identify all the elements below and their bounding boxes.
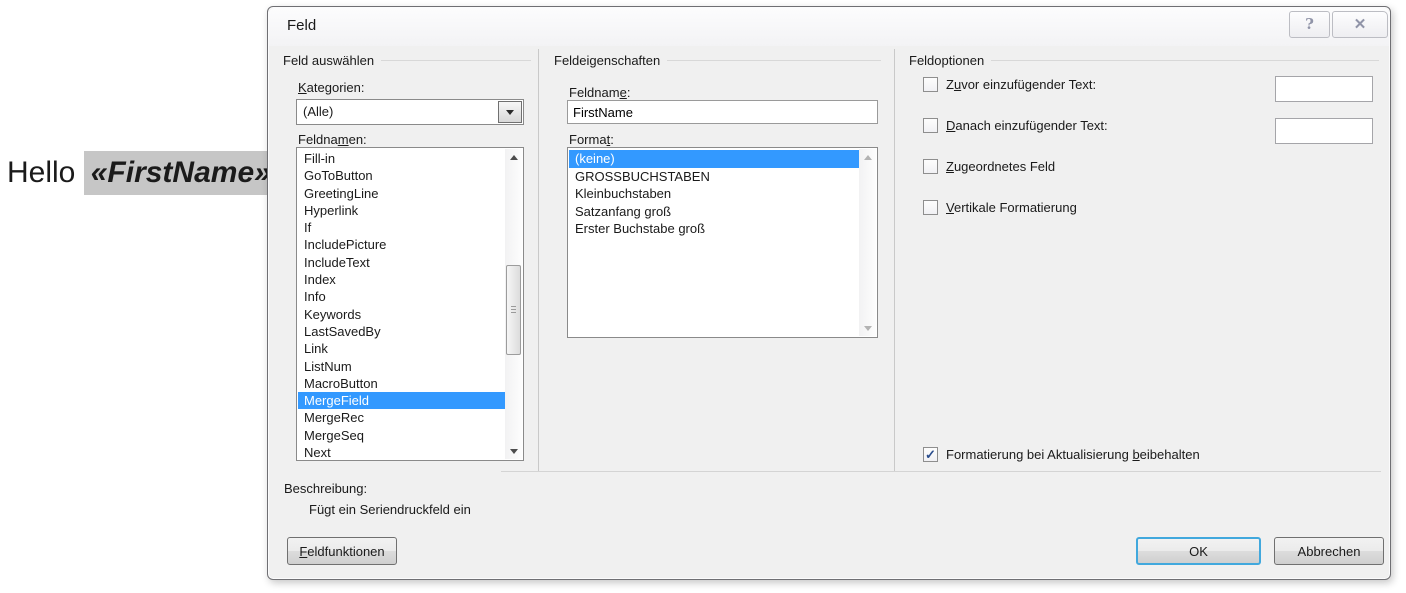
checkbox-row-mapped-field[interactable]: Zugeordnetes Feld (923, 159, 1055, 174)
close-icon: ✕ (1354, 15, 1367, 33)
list-item[interactable]: LastSavedBy (298, 323, 505, 340)
list-item[interactable]: Keywords (298, 306, 505, 323)
format-list: (keine)GROSSBUCHSTABENKleinbuchstabenSat… (569, 150, 859, 336)
group-rule (667, 60, 881, 61)
scroll-down-button[interactable] (505, 443, 522, 459)
description-text: Fügt ein Seriendruckfeld ein (309, 502, 471, 517)
list-item[interactable]: MergeField (298, 392, 505, 409)
cancel-button[interactable]: Abbrechen (1274, 537, 1384, 565)
list-item[interactable]: Index (298, 271, 505, 288)
fieldname-input[interactable] (567, 100, 878, 124)
checkbox-label: Zuvor einzufügender Text: (946, 77, 1096, 92)
dialog-titlebar[interactable] (269, 8, 1389, 46)
separator-bottom (501, 471, 1381, 472)
fieldnames-list: Fill-inGoToButtonGreetingLineHyperlinkIf… (298, 150, 505, 459)
list-item[interactable]: Erster Buchstabe groß (569, 220, 859, 238)
list-item[interactable]: Link (298, 340, 505, 357)
list-item[interactable]: Hyperlink (298, 202, 505, 219)
list-item[interactable]: Info (298, 288, 505, 305)
list-item[interactable]: GoToButton (298, 167, 505, 184)
group-select-field-title: Feld auswählen (283, 53, 374, 68)
dialog-title: Feld (287, 17, 316, 34)
scroll-up-button[interactable] (505, 149, 522, 165)
list-item[interactable]: MergeSeq (298, 427, 505, 444)
checkbox[interactable] (923, 159, 938, 174)
field-codes-button-label: Feldfunktionen (299, 544, 384, 559)
categories-label: Kategorien: (298, 80, 365, 95)
checkbox-row-text-before[interactable]: Zuvor einzufügender Text: (923, 77, 1096, 92)
fieldnames-scrollbar[interactable] (505, 149, 522, 459)
scrollbar-thumb[interactable] (506, 265, 521, 355)
group-rule (381, 60, 531, 61)
close-button[interactable]: ✕ (1332, 11, 1388, 38)
field-codes-button[interactable]: Feldfunktionen (287, 537, 397, 565)
list-item[interactable]: GreetingLine (298, 185, 505, 202)
format-listbox: (keine)GROSSBUCHSTABENKleinbuchstabenSat… (567, 147, 878, 338)
list-item[interactable]: IncludeText (298, 254, 505, 271)
list-item[interactable]: IncludePicture (298, 236, 505, 253)
group-field-properties-title: Feldeigenschaften (554, 53, 660, 68)
checkbox-label: Zugeordnetes Feld (946, 159, 1055, 174)
checkbox-row-vertical-formatting[interactable]: Vertikale Formatierung (923, 200, 1077, 215)
help-button[interactable]: ? (1289, 11, 1330, 38)
list-item[interactable]: Fill-in (298, 150, 505, 167)
group-field-options-title: Feldoptionen (909, 53, 984, 68)
separator-middle-right (894, 49, 895, 471)
merge-field-chip[interactable]: «FirstName» (84, 151, 278, 195)
help-icon: ? (1305, 15, 1314, 33)
scroll-down-icon (510, 449, 518, 454)
scroll-up-icon (510, 155, 518, 160)
scroll-down-icon (864, 326, 872, 331)
group-field-properties: Feldeigenschaften (554, 53, 881, 68)
checkbox-label: Formatierung bei Aktualisierung beibehal… (946, 447, 1200, 462)
fieldnames-listbox: Fill-inGoToButtonGreetingLineHyperlinkIf… (296, 147, 524, 461)
checkbox-row-text-after[interactable]: Danach einzufügender Text: (923, 118, 1108, 133)
checkbox[interactable] (923, 118, 938, 133)
text-after-input[interactable] (1275, 118, 1373, 144)
checkbox-label: Vertikale Formatierung (946, 200, 1077, 215)
checkbox[interactable] (923, 77, 938, 92)
list-item[interactable]: Satzanfang groß (569, 203, 859, 221)
checkbox[interactable]: ✓ (923, 447, 938, 462)
categories-dropdown-button[interactable] (498, 101, 522, 123)
format-scrollbar[interactable] (859, 149, 876, 336)
list-item[interactable]: ListNum (298, 358, 505, 375)
fieldname-label: Feldname: (569, 85, 630, 100)
group-rule (991, 60, 1379, 61)
scroll-down-button[interactable] (859, 320, 876, 336)
checkbox-label: Danach einzufügender Text: (946, 118, 1108, 133)
scroll-up-button[interactable] (859, 149, 876, 165)
separator-left-middle (538, 49, 539, 471)
group-field-options: Feldoptionen (909, 53, 1379, 68)
categories-combobox[interactable]: (Alle) (296, 99, 524, 125)
list-item[interactable]: Kleinbuchstaben (569, 185, 859, 203)
list-item[interactable]: (keine) (569, 150, 859, 168)
checkbox-row-preserve-formatting[interactable]: ✓ Formatierung bei Aktualisierung beibeh… (923, 447, 1200, 462)
format-label: Format: (569, 132, 614, 147)
checkbox[interactable] (923, 200, 938, 215)
text-before-input[interactable] (1275, 76, 1373, 102)
document-text: Hello «FirstName» (7, 156, 278, 190)
categories-value: (Alle) (303, 104, 333, 119)
group-select-field: Feld auswählen (283, 53, 531, 68)
fieldnames-label: Feldnamen: (298, 132, 367, 147)
list-item[interactable]: GROSSBUCHSTABEN (569, 168, 859, 186)
field-dialog: Feld ? ✕ Feld auswählen Kategorien: (All… (267, 6, 1391, 580)
list-item[interactable]: MergeRec (298, 409, 505, 426)
ok-button-label: OK (1189, 544, 1208, 559)
list-item[interactable]: Next (298, 444, 505, 459)
scroll-up-icon (864, 155, 872, 160)
description-label: Beschreibung: (284, 481, 367, 496)
chevron-down-icon (506, 110, 514, 115)
list-item[interactable]: MacroButton (298, 375, 505, 392)
ok-button[interactable]: OK (1136, 537, 1261, 565)
list-item[interactable]: If (298, 219, 505, 236)
cancel-button-label: Abbrechen (1298, 544, 1361, 559)
document-text-before: Hello (7, 156, 75, 189)
